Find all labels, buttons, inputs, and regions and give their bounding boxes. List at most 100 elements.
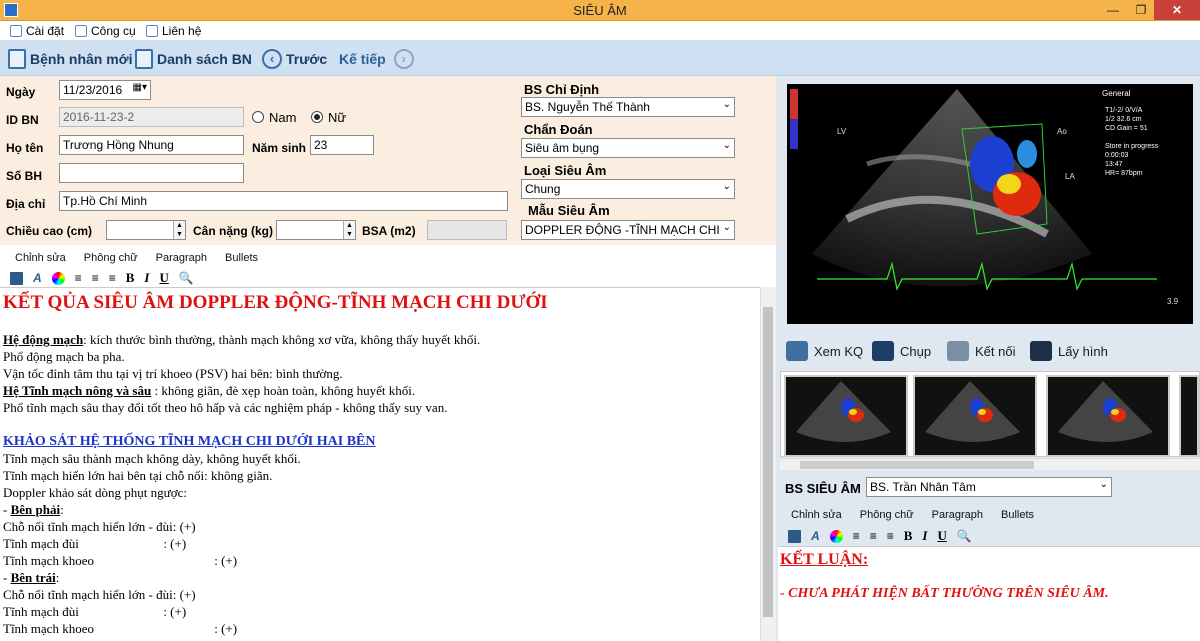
font-icon[interactable]: A (811, 529, 820, 543)
template-value: DOPPLER ĐỘNG -TĨNH MẠCH CHI (525, 223, 720, 237)
report-editor[interactable]: KẾT QỦA SIÊU ÂM DOPPLER ĐỘNG-TĨNH MẠCH C… (0, 287, 760, 641)
underline-icon[interactable]: U (937, 528, 946, 544)
bsa-label: BSA (m2) (362, 224, 416, 238)
thumbnail-image[interactable] (1046, 375, 1170, 457)
patient-list-label: Danh sách BN (157, 51, 252, 67)
diagnosis-value: Siêu âm bụng (525, 141, 600, 155)
report-blank (3, 416, 757, 433)
patient-list-button[interactable]: Danh sách BN (135, 49, 252, 69)
weight-stepper[interactable]: ▲ ▼ (276, 220, 356, 240)
editor-tabs: Chỉnh sửa Phông chữ Paragraph Bullets (6, 249, 267, 269)
align-center-icon[interactable]: ≡ (870, 529, 877, 543)
insurance-field[interactable] (59, 163, 244, 183)
thumbnail-image[interactable] (913, 375, 1037, 457)
italic-icon[interactable]: I (144, 270, 149, 286)
male-label: Nam (269, 110, 297, 125)
view-result-button[interactable]: Xem KQ (786, 341, 863, 361)
type-select[interactable]: Chung ⌄ (521, 179, 735, 199)
menu-tools[interactable]: Công cụ (75, 24, 136, 38)
new-document-icon (8, 49, 26, 69)
chevron-down-icon: ⌄ (722, 181, 731, 192)
prev-button[interactable]: ‹ Trước (262, 49, 327, 69)
align-right-icon[interactable]: ≡ (109, 271, 116, 285)
tab-paragraph[interactable]: Paragraph (147, 249, 216, 269)
scroll-thumb[interactable] (763, 307, 773, 617)
report-text: - (3, 570, 11, 585)
report-scrollbar[interactable] (760, 287, 776, 641)
tab-bullets[interactable]: Bullets (992, 506, 1043, 526)
chevron-left-icon: ‹ (262, 49, 282, 69)
address-field[interactable]: Tp.Hồ Chí Minh (59, 191, 508, 211)
tab-edit[interactable]: Chỉnh sửa (782, 506, 851, 526)
tab-paragraph[interactable]: Paragraph (923, 506, 992, 526)
get-image-button[interactable]: Lấy hình (1030, 341, 1108, 361)
birth-field[interactable]: 23 (310, 135, 374, 155)
tab-font[interactable]: Phông chữ (75, 249, 147, 269)
align-center-icon[interactable]: ≡ (92, 271, 99, 285)
scroll-thumb[interactable] (800, 461, 1034, 469)
report-line: Chỗ nối tĩnh mạch hiển lớn - đùi: (+) (3, 519, 196, 534)
doctor-select[interactable]: BS. Nguyễn Thế Thành ⌄ (521, 97, 735, 117)
bsa-field[interactable] (427, 220, 507, 240)
conclusion-editor[interactable]: KẾT LUẬN: - CHƯA PHÁT HIỆN BẤT THƯỜNG TR… (778, 546, 1200, 641)
male-radio[interactable] (252, 111, 264, 123)
zoom-icon[interactable]: 🔍 (957, 529, 972, 543)
female-radio[interactable] (311, 111, 323, 123)
color-icon[interactable] (829, 529, 843, 543)
height-stepper[interactable]: ▲ ▼ (106, 220, 186, 240)
new-patient-button[interactable]: Bệnh nhân mới (8, 49, 133, 69)
type-label: Loại Siêu Âm (524, 163, 607, 178)
connect-button[interactable]: Kết nối (947, 341, 1015, 361)
sonographer-select[interactable]: BS. Trần Nhân Tâm ⌄ (866, 477, 1112, 497)
ultrasound-text: T1/-2/ 0/V/A 1/2 32.6 cm CD Gain = 51 Store… (1105, 107, 1159, 177)
report-line: Tĩnh mạch hiển lớn hai bên tại chỗ nối: … (3, 468, 273, 483)
wrench-icon (75, 25, 87, 37)
capture-button[interactable]: Chụp (872, 341, 931, 361)
new-patient-label: Bệnh nhân mới (30, 51, 133, 67)
menu-settings[interactable]: Cài đặt (10, 24, 64, 38)
name-field[interactable]: Trương Hồng Nhung (59, 135, 244, 155)
font-icon[interactable]: A (33, 271, 42, 285)
ultrasound-text: LA (1065, 172, 1075, 181)
color-icon[interactable] (51, 271, 65, 285)
diagnosis-select[interactable]: Siêu âm bụng ⌄ (521, 138, 735, 158)
thumbnail-image[interactable] (784, 375, 908, 457)
zoom-icon[interactable]: 🔍 (179, 271, 194, 285)
maximize-button[interactable]: ❐ (1127, 0, 1155, 20)
diagnosis-label: Chẩn Đoán (524, 122, 593, 137)
date-picker[interactable]: 11/23/2016 ▦▾ (59, 80, 151, 100)
printer-icon (786, 341, 808, 361)
close-button[interactable]: ✕ (1154, 0, 1200, 20)
report-heading: Bên phải (10, 502, 61, 517)
align-right-icon[interactable]: ≡ (887, 529, 894, 543)
report-section-title: KHẢO SÁT HỆ THỐNG TĨNH MẠCH CHI DƯỚI HAI… (3, 434, 376, 449)
id-field[interactable]: 2016-11-23-2 (59, 107, 244, 127)
menu-contact[interactable]: Liên hệ (146, 24, 201, 38)
report-text: : (55, 570, 60, 585)
underline-icon[interactable]: U (159, 270, 168, 286)
bold-icon[interactable]: B (126, 270, 135, 286)
tab-edit[interactable]: Chỉnh sửa (6, 249, 75, 269)
name-label: Họ tên (6, 141, 44, 155)
ultrasound-text: Ao (1057, 127, 1067, 136)
bold-icon[interactable]: B (904, 528, 913, 544)
tab-font[interactable]: Phông chữ (851, 506, 923, 526)
female-label: Nữ (328, 110, 347, 125)
view-result-label: Xem KQ (814, 343, 864, 359)
thumbnail-image[interactable] (1179, 375, 1199, 457)
doctor-label: BS Chỉ Định (524, 82, 600, 97)
next-button[interactable]: Kế tiếp › (339, 49, 414, 69)
thumbnail-scrollbar[interactable] (780, 458, 1200, 470)
save-icon[interactable] (10, 271, 23, 285)
italic-icon[interactable]: I (922, 528, 927, 544)
align-left-icon[interactable]: ≡ (75, 271, 82, 285)
save-icon[interactable] (788, 529, 801, 543)
menu-contact-label: Liên hệ (162, 24, 202, 38)
tab-bullets[interactable]: Bullets (216, 249, 267, 269)
spinner-icon: ▲ ▼ (173, 221, 185, 239)
ultrasound-image: General T1/-2/ 0/V/A 1/2 32.6 cm CD Gain =… (787, 84, 1193, 324)
minimize-button[interactable]: — (1099, 0, 1127, 20)
template-select[interactable]: DOPPLER ĐỘNG -TĨNH MẠCH CHI ⌄ (521, 220, 735, 240)
report-line: Doppler khảo sát dòng phụt ngược: (3, 485, 187, 500)
align-left-icon[interactable]: ≡ (853, 529, 860, 543)
